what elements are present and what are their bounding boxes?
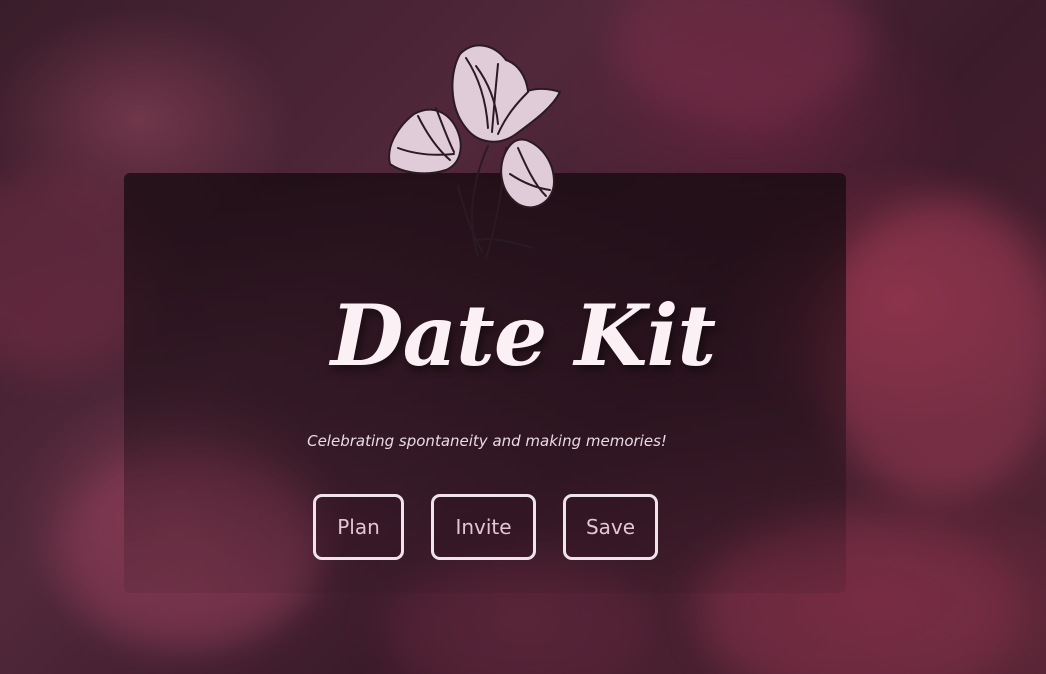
plan-button[interactable]: Plan — [313, 494, 404, 560]
app-title: Date Kit — [330, 286, 716, 385]
invite-button[interactable]: Invite — [431, 494, 536, 560]
flower-icon — [388, 44, 561, 259]
save-button[interactable]: Save — [563, 494, 658, 560]
landing-page: Date Kit Celebrating spontaneity and mak… — [0, 0, 1046, 674]
tagline: Celebrating spontaneity and making memor… — [307, 432, 667, 450]
